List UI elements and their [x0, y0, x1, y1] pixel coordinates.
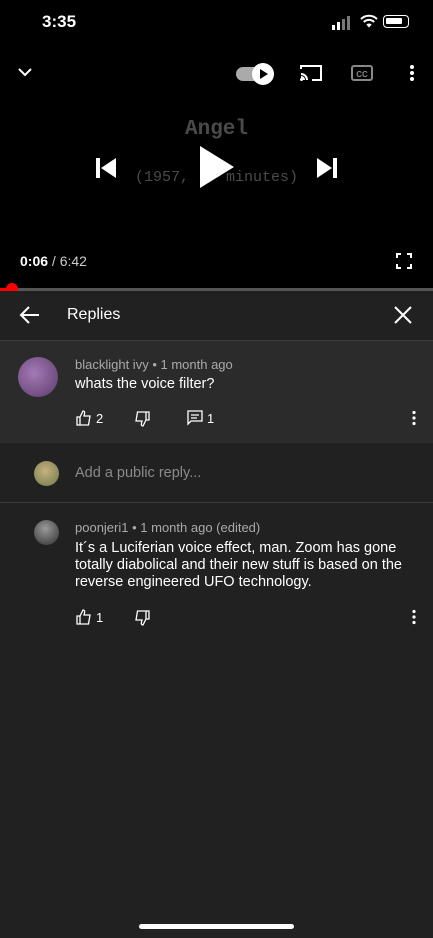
cast-icon[interactable]: [299, 63, 323, 83]
svg-text:CC: CC: [356, 70, 368, 79]
avatar: [34, 461, 59, 486]
comment-meta: blacklight ivy • 1 month ago: [75, 357, 233, 372]
more-vert-icon[interactable]: [407, 609, 421, 625]
cellular-signal-icon: [332, 16, 352, 30]
wifi-icon: [360, 14, 378, 28]
back-arrow-icon[interactable]: [19, 305, 41, 325]
replies-title: Replies: [67, 306, 121, 323]
thumb-down-icon[interactable]: [134, 610, 150, 626]
reply-time: 1 month ago (edited): [140, 520, 261, 535]
autoplay-toggle-icon[interactable]: [235, 62, 277, 86]
home-indicator[interactable]: [139, 924, 294, 929]
chevron-down-icon[interactable]: [16, 63, 34, 81]
skip-next-icon[interactable]: [315, 156, 339, 180]
skip-previous-icon[interactable]: [94, 156, 118, 180]
battery-icon: [383, 15, 409, 28]
reply-input[interactable]: Add a public reply...: [75, 465, 201, 481]
reply-input-bar: [0, 444, 433, 503]
close-icon[interactable]: [393, 305, 413, 325]
current-time: 0:06: [20, 253, 49, 269]
video-frame-title: Angel: [184, 118, 248, 141]
replies-header: [0, 291, 433, 341]
avatar[interactable]: [34, 520, 59, 545]
reply-text: It´s a Luciferian voice effect, man. Zoo…: [75, 540, 402, 590]
play-icon[interactable]: [196, 143, 236, 191]
time-display: 0:06 / 6:42: [20, 253, 87, 269]
thumb-down-icon[interactable]: [134, 411, 150, 427]
like-count: 1: [96, 610, 104, 625]
comment-time: 1 month ago: [160, 357, 233, 372]
reply-author[interactable]: poonjeri1: [75, 520, 129, 535]
cc-icon[interactable]: CC: [350, 63, 374, 83]
status-time: 3:35: [42, 12, 77, 31]
thumb-up-icon[interactable]: [76, 609, 92, 625]
comment-author[interactable]: blacklight ivy: [75, 357, 149, 372]
reply-count[interactable]: 1: [207, 411, 214, 426]
more-vert-icon[interactable]: [404, 64, 420, 82]
comment-icon[interactable]: [187, 410, 203, 426]
like-count: 2: [96, 411, 104, 426]
reply-meta: poonjeri1 • 1 month ago (edited): [75, 520, 261, 535]
fullscreen-icon[interactable]: [396, 253, 412, 269]
thumb-up-icon[interactable]: [76, 410, 92, 426]
avatar[interactable]: [18, 357, 58, 397]
comment-text: whats the voice filter?: [75, 376, 215, 392]
more-vert-icon[interactable]: [407, 410, 421, 426]
total-time: 6:42: [59, 253, 87, 269]
